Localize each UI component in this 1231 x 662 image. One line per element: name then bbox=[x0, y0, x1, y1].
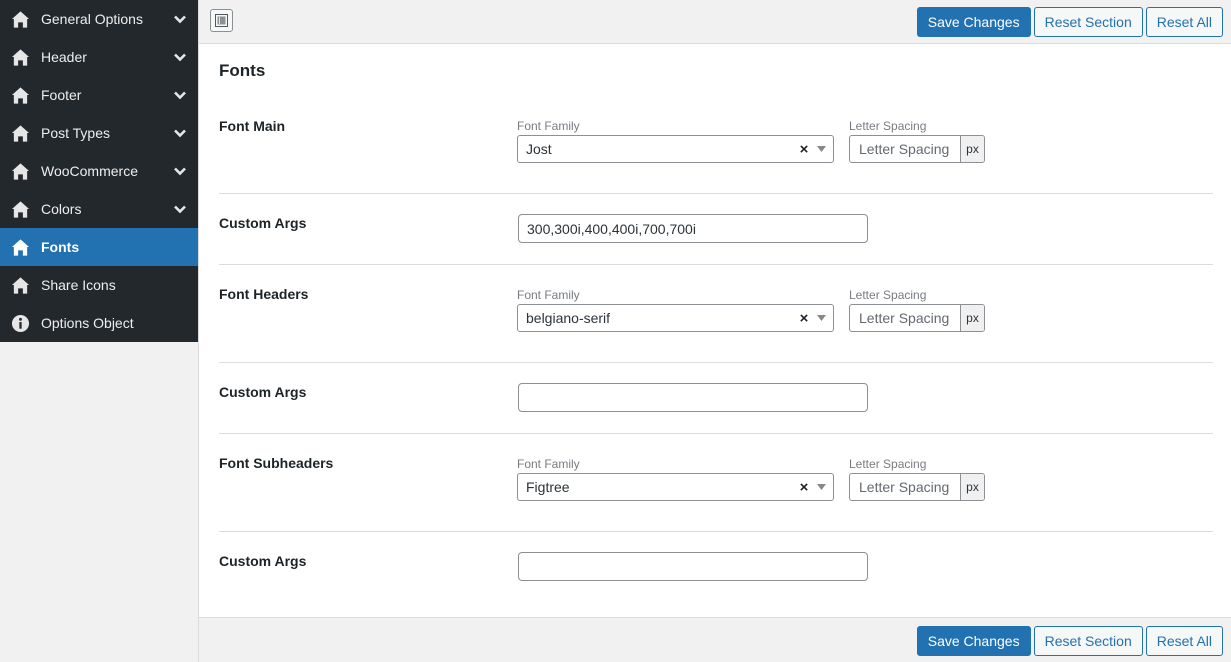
caret-down-icon[interactable] bbox=[813, 479, 829, 495]
unit-label: px bbox=[960, 136, 984, 162]
sidebar-item-post-types[interactable]: Post Types bbox=[0, 114, 198, 152]
save-changes-button[interactable]: Save Changes bbox=[916, 7, 1031, 37]
sidebar-item-colors[interactable]: Colors bbox=[0, 190, 198, 228]
font-family-select[interactable]: Figtree × bbox=[517, 473, 834, 501]
clear-icon[interactable]: × bbox=[797, 141, 811, 158]
letter-spacing-caption: Letter Spacing bbox=[849, 457, 927, 471]
toolbar-buttons: Save Changes Reset Section Reset All bbox=[916, 7, 1223, 37]
select-value: belgiano-serif bbox=[526, 310, 611, 326]
sidebar-item-label: Fonts bbox=[41, 239, 80, 255]
sidebar-item-label: General Options bbox=[41, 11, 143, 27]
sidebar-menu: General Options Header Footer Post Types… bbox=[0, 0, 198, 342]
custom-args-input[interactable] bbox=[518, 214, 868, 243]
custom-args-input[interactable] bbox=[518, 383, 868, 412]
sidebar-item-header[interactable]: Header bbox=[0, 38, 198, 76]
custom-args-input[interactable] bbox=[518, 552, 868, 581]
home-icon bbox=[10, 85, 30, 105]
field-label: Font Subheaders bbox=[219, 455, 334, 471]
letter-spacing-caption: Letter Spacing bbox=[849, 288, 927, 302]
font-family-caption: Font Family bbox=[517, 288, 580, 302]
letter-spacing-input[interactable] bbox=[850, 305, 960, 331]
sidebar-item-options-object[interactable]: Options Object bbox=[0, 304, 198, 342]
sidebar-item-label: Options Object bbox=[41, 315, 134, 331]
reset-section-button[interactable]: Reset Section bbox=[1033, 7, 1143, 37]
caret-down-icon[interactable] bbox=[813, 141, 829, 157]
home-icon bbox=[10, 237, 30, 257]
sidebar-item-footer[interactable]: Footer bbox=[0, 76, 198, 114]
select-value: Jost bbox=[526, 141, 552, 157]
field-row-custom-args-subheaders: Custom Args bbox=[219, 532, 1213, 603]
font-family-select[interactable]: Jost × bbox=[517, 135, 834, 163]
select-value: Figtree bbox=[526, 479, 570, 495]
reset-all-button[interactable]: Reset All bbox=[1145, 7, 1223, 37]
sidebar-item-label: Colors bbox=[41, 201, 82, 217]
letter-spacing-input[interactable] bbox=[850, 474, 960, 500]
sidebar-item-woocommerce[interactable]: WooCommerce bbox=[0, 152, 198, 190]
home-icon bbox=[10, 9, 30, 29]
letter-spacing-group: px bbox=[849, 135, 985, 163]
chevron-down-icon[interactable] bbox=[172, 125, 188, 141]
chevron-down-icon[interactable] bbox=[172, 11, 188, 27]
font-family-caption: Font Family bbox=[517, 119, 580, 133]
bottom-toolbar: Save Changes Reset Section Reset All bbox=[199, 617, 1231, 662]
chevron-down-icon[interactable] bbox=[172, 201, 188, 217]
sidebar-item-label: Post Types bbox=[41, 125, 111, 141]
clear-icon[interactable]: × bbox=[797, 310, 811, 327]
sidebar-item-label: WooCommerce bbox=[41, 163, 138, 179]
home-icon bbox=[10, 161, 30, 181]
save-changes-button[interactable]: Save Changes bbox=[916, 626, 1031, 656]
sidebar-item-general-options[interactable]: General Options bbox=[0, 0, 198, 38]
field-row-font-main: Font Main Font Family Jost × Letter Spac… bbox=[219, 106, 1213, 194]
expand-toggle-button[interactable] bbox=[210, 9, 233, 32]
sidebar-item-fonts[interactable]: Fonts bbox=[0, 228, 198, 266]
font-family-select[interactable]: belgiano-serif × bbox=[517, 304, 834, 332]
field-label: Custom Args bbox=[219, 384, 307, 400]
home-icon bbox=[10, 275, 30, 295]
font-family-caption: Font Family bbox=[517, 457, 580, 471]
chevron-down-icon[interactable] bbox=[172, 87, 188, 103]
sidebar-item-share-icons[interactable]: Share Icons bbox=[0, 266, 198, 304]
field-row-font-subheaders: Font Subheaders Font Family Figtree × Le… bbox=[219, 434, 1213, 532]
home-icon bbox=[10, 47, 30, 67]
field-label: Font Headers bbox=[219, 286, 309, 302]
unit-label: px bbox=[960, 305, 984, 331]
letter-spacing-group: px bbox=[849, 473, 985, 501]
letter-spacing-input[interactable] bbox=[850, 136, 960, 162]
field-row-font-headers: Font Headers Font Family belgiano-serif … bbox=[219, 265, 1213, 363]
home-icon bbox=[10, 199, 30, 219]
caret-down-icon[interactable] bbox=[813, 310, 829, 326]
top-toolbar: Save Changes Reset Section Reset All bbox=[199, 0, 1231, 44]
field-label: Font Main bbox=[219, 118, 286, 134]
letter-spacing-caption: Letter Spacing bbox=[849, 119, 927, 133]
home-icon bbox=[10, 123, 30, 143]
panel-icon bbox=[215, 14, 228, 27]
chevron-down-icon[interactable] bbox=[172, 49, 188, 65]
sidebar-item-label: Header bbox=[41, 49, 87, 65]
field-label: Custom Args bbox=[219, 553, 307, 569]
field-label: Custom Args bbox=[219, 215, 307, 231]
sidebar: General Options Header Footer Post Types… bbox=[0, 0, 199, 662]
chevron-down-icon[interactable] bbox=[172, 163, 188, 179]
sidebar-item-label: Footer bbox=[41, 87, 82, 103]
field-row-custom-args-headers: Custom Args bbox=[219, 363, 1213, 434]
reset-section-button[interactable]: Reset Section bbox=[1033, 626, 1143, 656]
reset-all-button[interactable]: Reset All bbox=[1145, 626, 1223, 656]
section-title: Fonts bbox=[219, 61, 266, 80]
toolbar-buttons: Save Changes Reset Section Reset All bbox=[916, 626, 1223, 656]
info-icon bbox=[10, 313, 30, 333]
main-panel: Fonts Font Main Font Family Jost × Lette… bbox=[199, 44, 1231, 617]
sidebar-item-label: Share Icons bbox=[41, 277, 116, 293]
unit-label: px bbox=[960, 474, 984, 500]
letter-spacing-group: px bbox=[849, 304, 985, 332]
clear-icon[interactable]: × bbox=[797, 479, 811, 496]
field-row-custom-args-main: Custom Args bbox=[219, 194, 1213, 265]
